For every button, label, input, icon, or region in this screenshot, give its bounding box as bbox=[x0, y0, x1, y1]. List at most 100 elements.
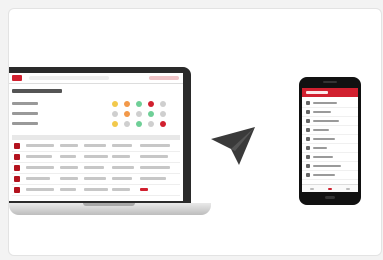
status-dot bbox=[160, 111, 166, 117]
list-item bbox=[302, 144, 358, 153]
laptop bbox=[9, 67, 211, 229]
menu-item-icon bbox=[306, 155, 310, 159]
filter-label bbox=[12, 102, 38, 105]
laptop-base bbox=[9, 203, 211, 215]
menu-item-icon bbox=[306, 173, 310, 177]
desktop-app-user-menu bbox=[149, 76, 179, 80]
table-cell bbox=[112, 166, 134, 169]
illustration-card bbox=[8, 8, 382, 256]
list-item bbox=[302, 99, 358, 108]
status-dot bbox=[136, 121, 142, 127]
desktop-app-table-header bbox=[12, 135, 180, 140]
phone-earpiece bbox=[323, 81, 337, 83]
paper-plane-send-icon bbox=[211, 127, 255, 165]
table-cell bbox=[84, 188, 108, 191]
status-dot bbox=[136, 101, 142, 107]
desktop-app-logo bbox=[12, 75, 22, 81]
table-cell bbox=[60, 166, 78, 169]
menu-item-icon bbox=[306, 137, 310, 141]
status-dot bbox=[112, 121, 118, 127]
table-row bbox=[12, 163, 180, 174]
status-marker bbox=[140, 188, 148, 191]
table-cell bbox=[84, 177, 106, 180]
menu-item-icon bbox=[306, 110, 310, 114]
list-item-text bbox=[313, 147, 327, 149]
list-item-text bbox=[313, 174, 335, 176]
mobile-app-title bbox=[306, 91, 328, 94]
canvas bbox=[0, 0, 383, 260]
status-dot bbox=[124, 101, 130, 107]
list-item bbox=[302, 108, 358, 117]
laptop-base-notch bbox=[83, 203, 135, 206]
list-item-text bbox=[313, 120, 339, 122]
list-item bbox=[302, 153, 358, 162]
document-icon bbox=[14, 154, 20, 160]
menu-item-icon bbox=[306, 146, 310, 150]
table-row bbox=[12, 152, 180, 163]
status-dot bbox=[160, 121, 166, 127]
list-item-text bbox=[313, 129, 329, 131]
desktop-app-topbar bbox=[9, 73, 183, 84]
list-item-text bbox=[313, 138, 335, 140]
table-cell bbox=[60, 188, 76, 191]
phone-screen bbox=[302, 88, 358, 192]
table-cell bbox=[112, 155, 130, 158]
table-cell bbox=[140, 144, 170, 147]
status-dot bbox=[124, 111, 130, 117]
list-item bbox=[302, 117, 358, 126]
status-dot bbox=[124, 121, 130, 127]
table-cell bbox=[84, 166, 104, 169]
table-cell bbox=[26, 144, 54, 147]
bottom-nav-icon bbox=[310, 188, 314, 190]
table-row bbox=[12, 185, 180, 196]
menu-item-icon bbox=[306, 101, 310, 105]
table-row bbox=[12, 174, 180, 185]
laptop-screen bbox=[9, 73, 183, 201]
table-row bbox=[12, 141, 180, 152]
laptop-lid bbox=[9, 67, 191, 205]
table-cell bbox=[84, 155, 108, 158]
document-icon bbox=[14, 143, 20, 149]
smartphone bbox=[299, 77, 361, 205]
mobile-app-header bbox=[302, 88, 358, 97]
list-item bbox=[302, 171, 358, 180]
desktop-app-filter-row bbox=[12, 121, 180, 127]
list-item-text bbox=[313, 165, 341, 167]
desktop-app-filter-row bbox=[12, 111, 180, 117]
status-dot bbox=[112, 101, 118, 107]
table-cell bbox=[60, 144, 78, 147]
table-cell bbox=[60, 155, 76, 158]
table-cell bbox=[140, 155, 168, 158]
table-cell bbox=[60, 177, 78, 180]
phone-home-button bbox=[325, 196, 335, 199]
bottom-nav-icon bbox=[346, 188, 350, 190]
status-dot bbox=[136, 111, 142, 117]
status-dot bbox=[148, 101, 154, 107]
list-item-text bbox=[313, 111, 331, 113]
document-icon bbox=[14, 165, 20, 171]
desktop-app-search bbox=[29, 76, 109, 80]
list-item-text bbox=[313, 102, 337, 104]
table-cell bbox=[26, 155, 52, 158]
list-item bbox=[302, 135, 358, 144]
desktop-app-section-title bbox=[12, 89, 62, 93]
status-dot bbox=[148, 111, 154, 117]
list-item bbox=[302, 126, 358, 135]
status-dot bbox=[112, 111, 118, 117]
table-cell bbox=[140, 166, 170, 169]
document-icon bbox=[14, 187, 20, 193]
desktop-app-filter-row bbox=[12, 101, 180, 107]
table-cell bbox=[26, 166, 54, 169]
status-dot bbox=[160, 101, 166, 107]
status-dot bbox=[148, 121, 154, 127]
mobile-app-bottom-bar bbox=[302, 184, 358, 192]
filter-label bbox=[12, 112, 38, 115]
list-item-text bbox=[313, 156, 333, 158]
bottom-nav-icon bbox=[328, 188, 332, 190]
table-cell bbox=[112, 188, 130, 191]
table-cell bbox=[84, 144, 106, 147]
list-item bbox=[302, 162, 358, 171]
table-cell bbox=[112, 177, 132, 180]
table-cell bbox=[112, 144, 132, 147]
menu-item-icon bbox=[306, 119, 310, 123]
